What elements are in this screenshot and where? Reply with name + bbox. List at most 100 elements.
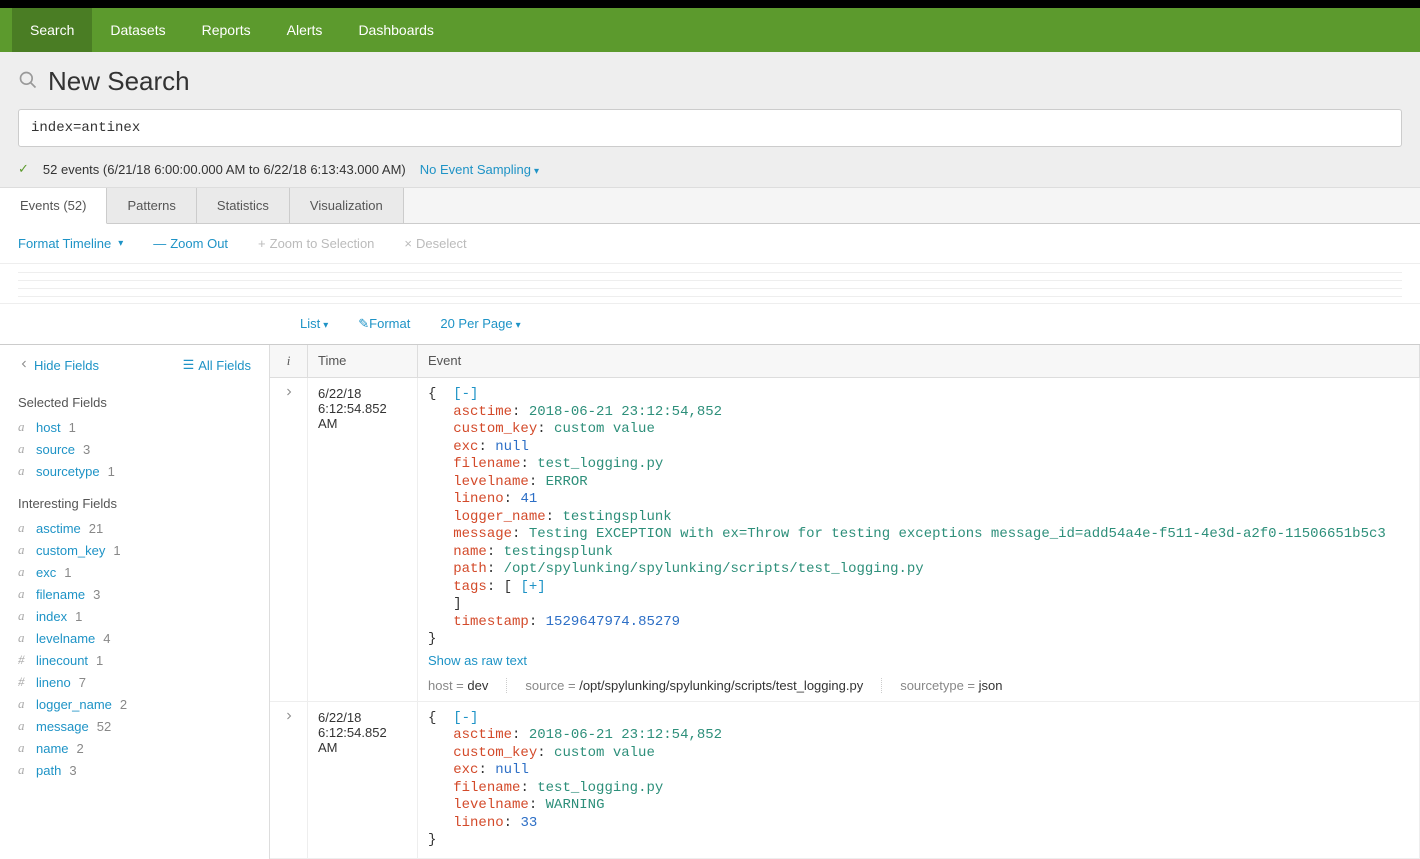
field-name: custom_key bbox=[36, 543, 105, 558]
nav-tab-dashboards[interactable]: Dashboards bbox=[340, 8, 452, 52]
field-type-icon: a bbox=[18, 740, 28, 756]
field-name: host bbox=[36, 420, 61, 435]
meta-host[interactable]: host = dev bbox=[428, 678, 507, 693]
field-count: 2 bbox=[77, 741, 84, 756]
search-icon bbox=[18, 66, 38, 97]
field-name: asctime bbox=[36, 521, 81, 536]
view-toolbar: List▾ ✎Format 20 Per Page▾ bbox=[0, 304, 1420, 344]
nav-tab-reports[interactable]: Reports bbox=[184, 8, 269, 52]
field-item-message[interactable]: a message 52 bbox=[18, 715, 251, 737]
field-name: path bbox=[36, 763, 61, 778]
field-item-name[interactable]: aname2 bbox=[18, 737, 251, 759]
field-count: 1 bbox=[75, 609, 82, 624]
expand-toggle[interactable]: [+] bbox=[520, 579, 545, 595]
col-info: i bbox=[270, 345, 308, 377]
search-input[interactable]: index=antinex bbox=[18, 109, 1402, 147]
field-type-icon: a bbox=[18, 718, 28, 734]
field-item-lineno[interactable]: # lineno 7 bbox=[18, 671, 251, 693]
field-count: 7 bbox=[79, 675, 86, 690]
format-button[interactable]: ✎Format bbox=[358, 316, 410, 332]
plus-icon: + bbox=[258, 236, 266, 251]
field-name: source bbox=[36, 442, 75, 457]
field-item-index[interactable]: aindex1 bbox=[18, 605, 251, 627]
collapse-toggle[interactable]: [-] bbox=[453, 710, 478, 726]
meta-source[interactable]: source = /opt/spylunking/spylunking/scri… bbox=[525, 678, 882, 693]
result-tab-visualization[interactable]: Visualization bbox=[290, 188, 404, 223]
timeline-chart[interactable] bbox=[0, 264, 1420, 304]
all-fields-button[interactable]: ☰ All Fields bbox=[183, 357, 251, 373]
field-item-asctime[interactable]: a asctime 21 bbox=[18, 517, 251, 539]
field-name: lineno bbox=[36, 675, 71, 690]
meta-sourcetype[interactable]: sourcetype = json bbox=[900, 678, 1020, 693]
nav-tab-alerts[interactable]: Alerts bbox=[269, 8, 341, 52]
pencil-icon: ✎ bbox=[358, 316, 369, 331]
field-count: 2 bbox=[120, 697, 127, 712]
field-item-linecount[interactable]: #linecount1 bbox=[18, 649, 251, 671]
hide-fields-button[interactable]: Hide Fields bbox=[18, 357, 99, 373]
field-count: 3 bbox=[93, 587, 100, 602]
nav-tab-search[interactable]: Search bbox=[12, 8, 92, 52]
field-item-filename[interactable]: afilename3 bbox=[18, 583, 251, 605]
field-item-custom_key[interactable]: a custom_key 1 bbox=[18, 539, 251, 561]
format-timeline-dropdown[interactable]: Format Timeline▾ bbox=[18, 236, 123, 251]
page-title-row: New Search bbox=[18, 66, 1402, 97]
field-type-icon: a bbox=[18, 542, 28, 558]
top-bar bbox=[0, 0, 1420, 8]
field-item-levelname[interactable]: alevelname4 bbox=[18, 627, 251, 649]
field-type-icon: a bbox=[18, 696, 28, 712]
result-tabs: Events (52)PatternsStatisticsVisualizati… bbox=[0, 188, 1420, 224]
field-type-icon: a bbox=[18, 463, 28, 479]
fields-sidebar: Hide Fields ☰ All Fields Selected Fields… bbox=[0, 345, 270, 859]
field-type-icon: a bbox=[18, 630, 28, 646]
selected-fields-heading: Selected Fields bbox=[18, 395, 251, 410]
collapse-toggle[interactable]: [-] bbox=[453, 386, 478, 402]
timeline-toolbar: Format Timeline▾ —Zoom Out +Zoom to Sele… bbox=[0, 224, 1420, 264]
event-body: { [-] asctime: 2018-06-21 23:12:54,852 c… bbox=[418, 702, 1420, 858]
field-type-icon: a bbox=[18, 520, 28, 536]
field-count: 3 bbox=[83, 442, 90, 457]
event-json: { [-] asctime: 2018-06-21 23:12:54,852 c… bbox=[428, 710, 1409, 850]
field-type-icon: a bbox=[18, 564, 28, 580]
field-count: 52 bbox=[97, 719, 111, 734]
field-name: filename bbox=[36, 587, 85, 602]
field-type-icon: # bbox=[18, 652, 28, 668]
show-raw-text-link[interactable]: Show as raw text bbox=[428, 653, 527, 668]
field-count: 3 bbox=[69, 763, 76, 778]
x-icon: × bbox=[404, 236, 412, 251]
field-item-logger_name[interactable]: alogger_name2 bbox=[18, 693, 251, 715]
list-icon: ☰ bbox=[183, 357, 195, 373]
per-page-dropdown[interactable]: 20 Per Page▾ bbox=[440, 316, 520, 332]
field-item-sourcetype[interactable]: a sourcetype 1 bbox=[18, 460, 251, 482]
field-count: 1 bbox=[69, 420, 76, 435]
field-type-icon: a bbox=[18, 762, 28, 778]
field-type-icon: a bbox=[18, 441, 28, 457]
field-name: message bbox=[36, 719, 89, 734]
result-tab-statistics[interactable]: Statistics bbox=[197, 188, 290, 223]
field-item-source[interactable]: asource 3 bbox=[18, 438, 251, 460]
zoom-selection-button: +Zoom to Selection bbox=[258, 236, 374, 251]
field-item-path[interactable]: apath 3 bbox=[18, 759, 251, 781]
content: Hide Fields ☰ All Fields Selected Fields… bbox=[0, 344, 1420, 859]
event-body: { [-] asctime: 2018-06-21 23:12:54,852 c… bbox=[418, 378, 1420, 701]
event-json: { [-] asctime: 2018-06-21 23:12:54,852 c… bbox=[428, 386, 1409, 649]
field-count: 1 bbox=[108, 464, 115, 479]
field-name: linecount bbox=[36, 653, 88, 668]
nav-tab-datasets[interactable]: Datasets bbox=[92, 8, 183, 52]
event-time: 6/22/186:12:54.852 AM bbox=[308, 702, 418, 858]
list-dropdown[interactable]: List▾ bbox=[300, 316, 328, 332]
field-item-exc[interactable]: aexc1 bbox=[18, 561, 251, 583]
field-count: 1 bbox=[64, 565, 71, 580]
result-tab-patterns[interactable]: Patterns bbox=[107, 188, 196, 223]
chevron-right-icon bbox=[283, 386, 295, 401]
result-tab-events[interactable]: Events (52) bbox=[0, 188, 107, 224]
expand-row-button[interactable] bbox=[270, 378, 308, 701]
field-type-icon: # bbox=[18, 674, 28, 690]
sampling-dropdown[interactable]: No Event Sampling▾ bbox=[420, 162, 539, 177]
field-item-host[interactable]: ahost1 bbox=[18, 416, 251, 438]
zoom-out-button[interactable]: —Zoom Out bbox=[153, 236, 228, 251]
field-count: 1 bbox=[113, 543, 120, 558]
field-count: 21 bbox=[89, 521, 103, 536]
field-name: sourcetype bbox=[36, 464, 100, 479]
expand-row-button[interactable] bbox=[270, 702, 308, 858]
col-time: Time bbox=[308, 345, 418, 377]
